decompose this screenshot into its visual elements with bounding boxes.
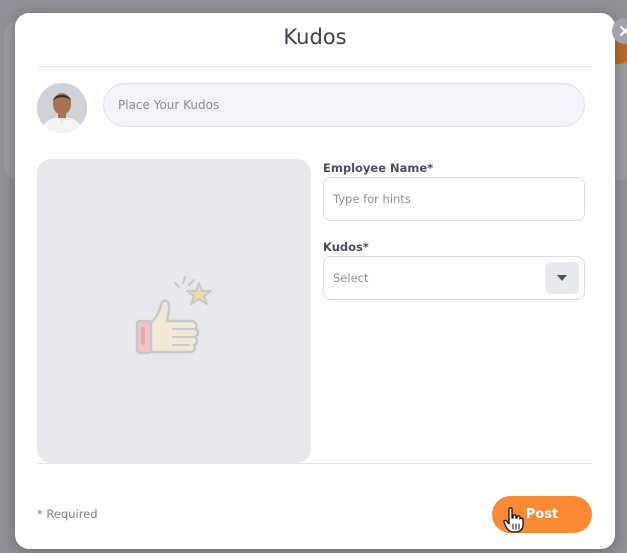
- kudos-select-value: Select: [333, 271, 369, 285]
- image-upload-panel[interactable]: [37, 159, 311, 463]
- footer-divider: [37, 463, 592, 464]
- kudos-type-select[interactable]: Select: [323, 256, 585, 300]
- employee-name-input[interactable]: [323, 177, 585, 221]
- dropdown-toggle[interactable]: [545, 262, 579, 294]
- post-button[interactable]: Post: [492, 496, 592, 533]
- close-icon: [620, 26, 627, 36]
- employee-name-label: Employee Name*: [323, 161, 434, 175]
- chevron-down-icon: [557, 275, 567, 281]
- kudos-modal: Kudos Employee Name* Kudos* Sel: [15, 13, 627, 549]
- kudos-type-label: Kudos*: [323, 240, 369, 254]
- user-avatar-icon: [37, 83, 87, 133]
- title-divider: [37, 66, 592, 67]
- avatar: [37, 83, 87, 133]
- modal-title: Kudos: [283, 25, 347, 49]
- required-note: * Required: [37, 507, 98, 521]
- kudos-message-input[interactable]: [103, 83, 585, 127]
- thumbs-up-star-icon: [135, 276, 212, 355]
